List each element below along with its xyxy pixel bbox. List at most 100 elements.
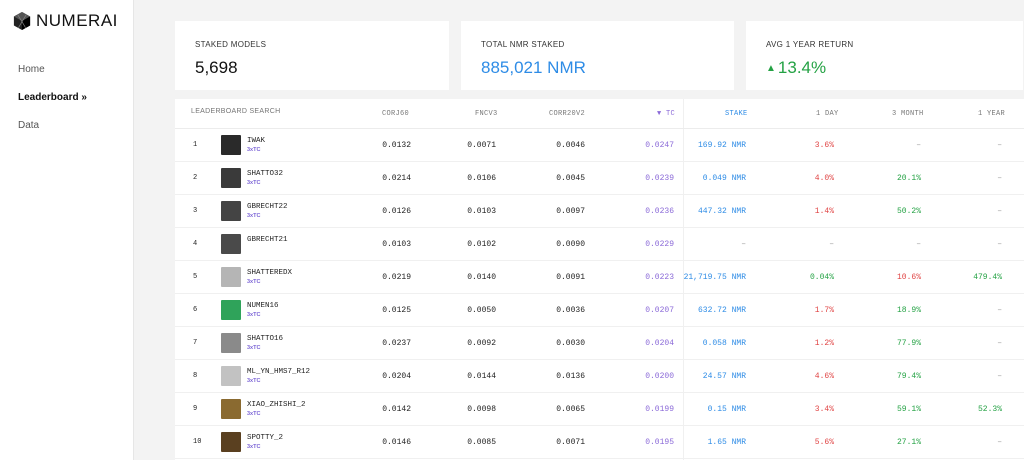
stake-cell: 632.72 NMR — [697, 306, 746, 315]
tc-cell: 0.0195 — [645, 438, 674, 447]
tc-cell: 0.0247 — [645, 141, 674, 150]
stat-value: 885,021 NMR — [481, 58, 586, 77]
stake-cell: 0.049 NMR — [702, 174, 746, 183]
table-row[interactable]: 6 NUMEN16 3xTC 0.0125 0.0050 0.0036 0.0207 632.… — [175, 294, 1024, 327]
tc-cell: 0.0239 — [645, 174, 674, 183]
one-day-cell: 4.6% — [814, 372, 834, 381]
avatar[interactable] — [221, 366, 241, 386]
avatar[interactable] — [221, 399, 241, 419]
col-header-tc[interactable]: ▼ TC — [657, 110, 675, 118]
payout-tag: 3xTC — [247, 378, 261, 384]
corr20v2-cell: 0.0090 — [556, 240, 585, 249]
one-day-cell: 1.4% — [814, 207, 834, 216]
tc-cell: 0.0200 — [645, 372, 674, 381]
rank-cell: 9 — [193, 405, 198, 413]
rank-cell: 10 — [193, 438, 202, 446]
fncv3-cell: 0.0140 — [467, 273, 496, 282]
table-row[interactable]: 2 SHATTO32 3xTC 0.0214 0.0106 0.0045 0.0239 0.0… — [175, 162, 1024, 195]
rank-cell: 2 — [193, 174, 198, 182]
payout-tag: 3xTC — [247, 444, 261, 450]
one-year-cell: – — [997, 207, 1002, 216]
nav-item-home[interactable]: Home — [18, 63, 87, 91]
table-row[interactable]: 1 IWAK 3xTC 0.0132 0.0071 0.0046 0.0247 169.92 … — [175, 129, 1024, 162]
sidebar: NUMERAI Home Leaderboard » Data — [0, 0, 134, 460]
table-row[interactable]: 9 XIAO_ZHISHI_2 3xTC 0.0142 0.0098 0.0065 0.01… — [175, 393, 1024, 426]
model-name-link[interactable]: IWAK — [247, 137, 265, 145]
col-header-3-month[interactable]: 3 MONTH — [892, 110, 924, 118]
one-day-cell: 3.6% — [814, 141, 834, 150]
col-header-1-year[interactable]: 1 YEAR — [978, 110, 1005, 118]
avatar[interactable] — [221, 333, 241, 353]
col-header-corr20v2[interactable]: CORR20V2 — [549, 110, 585, 118]
table-row[interactable]: 10 SPOTTY_2 3xTC 0.0146 0.0085 0.0071 0.0195 1.… — [175, 426, 1024, 459]
model-name-link[interactable]: GBRECHT22 — [247, 203, 288, 211]
corr20v2-cell: 0.0030 — [556, 339, 585, 348]
rank-cell: 7 — [193, 339, 198, 347]
one-day-cell: – — [829, 240, 834, 249]
one-year-cell: – — [997, 141, 1002, 150]
nav-item-data[interactable]: Data — [18, 119, 87, 147]
table-row[interactable]: 8 ML_YN_HMS7_R12 3xTC 0.0204 0.0144 0.0136 0.0… — [175, 360, 1024, 393]
three-month-cell: 50.2% — [896, 207, 921, 216]
corr20v2-cell: 0.0091 — [556, 273, 585, 282]
col-header-corj60[interactable]: CORJ60 — [382, 110, 409, 118]
col-header-fncv3[interactable]: FNCV3 — [475, 110, 498, 118]
stake-cell: 447.32 NMR — [697, 207, 746, 216]
model-name-link[interactable]: SHATTEREDX — [247, 269, 292, 277]
three-month-cell: 77.9% — [896, 339, 921, 348]
numerai-logo-icon — [13, 12, 31, 30]
avatar[interactable] — [221, 201, 241, 221]
avatar[interactable] — [221, 168, 241, 188]
sidebar-nav: Home Leaderboard » Data — [18, 63, 87, 147]
fncv3-cell: 0.0102 — [467, 240, 496, 249]
model-name-link[interactable]: SHATTO16 — [247, 335, 283, 343]
corr20v2-cell: 0.0097 — [556, 207, 585, 216]
corj60-cell: 0.0142 — [382, 405, 411, 414]
stake-cell: 169.92 NMR — [697, 141, 746, 150]
corj60-cell: 0.0125 — [382, 306, 411, 315]
model-name-link[interactable]: NUMEN16 — [247, 302, 279, 310]
corr20v2-cell: 0.0065 — [556, 405, 585, 414]
three-month-cell: 27.1% — [896, 438, 921, 447]
stake-cell: 1.65 NMR — [707, 438, 746, 447]
model-name-link[interactable]: SPOTTY_2 — [247, 434, 283, 442]
avatar[interactable] — [221, 234, 241, 254]
avatar[interactable] — [221, 432, 241, 452]
leaderboard-search-input[interactable] — [191, 108, 341, 115]
model-name-link[interactable]: SHATTO32 — [247, 170, 283, 178]
one-year-cell: – — [997, 372, 1002, 381]
avatar[interactable] — [221, 267, 241, 287]
one-year-cell: – — [997, 174, 1002, 183]
corj60-cell: 0.0219 — [382, 273, 411, 282]
nav-item-leaderboard[interactable]: Leaderboard » — [18, 91, 87, 119]
model-name-link[interactable]: XIAO_ZHISHI_2 — [247, 401, 306, 409]
one-day-cell: 5.6% — [814, 438, 834, 447]
model-name-link[interactable]: ML_YN_HMS7_R12 — [247, 368, 310, 376]
corj60-cell: 0.0204 — [382, 372, 411, 381]
stat-value-wrap: ▲ 13.4% — [766, 58, 826, 78]
table-row[interactable]: 5 SHATTEREDX 3xTC 0.0219 0.0140 0.0091 0.0223 2… — [175, 261, 1024, 294]
three-month-cell: – — [916, 141, 921, 150]
col-header-1-day[interactable]: 1 DAY — [816, 110, 839, 118]
main-content: STAKED MODELS 5,698 TOTAL NMR STAKED 885… — [134, 0, 1024, 460]
payout-tag: 3xTC — [247, 180, 261, 186]
avatar[interactable] — [221, 135, 241, 155]
corr20v2-cell: 0.0071 — [556, 438, 585, 447]
payout-tag: 3xTC — [247, 411, 261, 417]
stat-label: AVG 1 YEAR RETURN — [766, 40, 854, 49]
stake-cell: 21,719.75 NMR — [683, 273, 746, 282]
brand-logo[interactable]: NUMERAI — [13, 11, 118, 31]
table-row[interactable]: 3 GBRECHT22 3xTC 0.0126 0.0103 0.0097 0.0236 44… — [175, 195, 1024, 228]
fncv3-cell: 0.0098 — [467, 405, 496, 414]
table-row[interactable]: 4 GBRECHT21 0.0103 0.0102 0.0090 0.0229 – – – – — [175, 228, 1024, 261]
col-header-stake[interactable]: STAKE — [725, 110, 748, 118]
table-row[interactable]: 7 SHATTO16 3xTC 0.0237 0.0092 0.0030 0.0204 0.0… — [175, 327, 1024, 360]
payout-tag: 3xTC — [247, 147, 261, 153]
one-year-cell: – — [997, 306, 1002, 315]
corj60-cell: 0.0214 — [382, 174, 411, 183]
model-name-link[interactable]: GBRECHT21 — [247, 236, 288, 244]
one-day-cell: 3.4% — [814, 405, 834, 414]
stat-value: 13.4% — [777, 58, 827, 77]
payout-tag: 3xTC — [247, 213, 261, 219]
avatar[interactable] — [221, 300, 241, 320]
